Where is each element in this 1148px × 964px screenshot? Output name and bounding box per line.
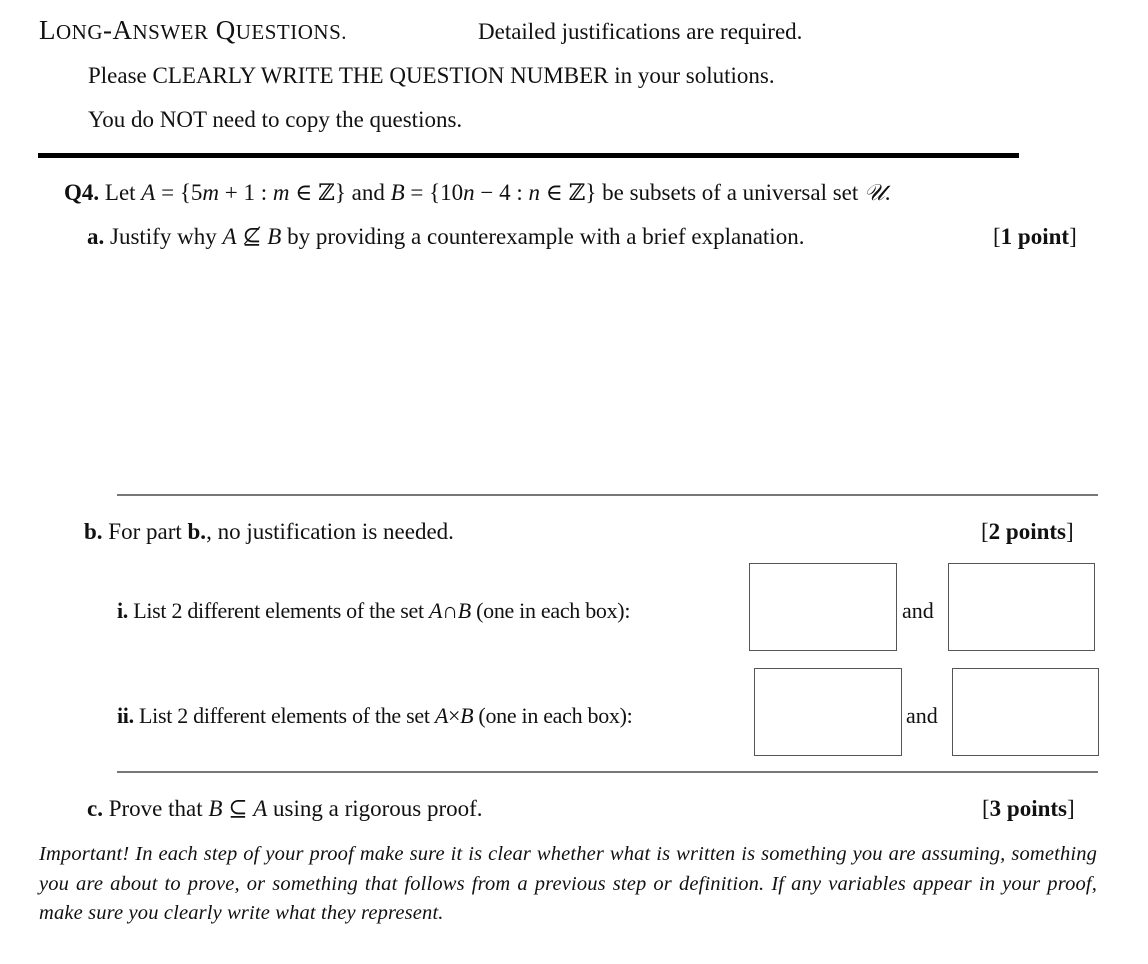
and-label: and [902, 598, 934, 623]
text: + 1 : [219, 180, 273, 205]
text: Justify why [110, 224, 223, 249]
bracket: ] [1067, 796, 1075, 821]
bracket: ] [1069, 224, 1077, 249]
title-part: UESTIONS. [235, 20, 348, 44]
math-var: A [253, 796, 268, 821]
text: − 4 : [474, 180, 529, 205]
instruction-line-1: Please CLEARLY WRITE THE QUESTION NUMBER… [88, 63, 775, 88]
title-part: ONG [56, 20, 103, 44]
bracket: [ [981, 519, 989, 544]
answer-input-ii-2[interactable] [953, 669, 1102, 757]
part-b-ii-prompt: ii. List 2 different elements of the set… [117, 703, 633, 729]
text: b. [187, 519, 207, 544]
text: by providing a counterexample with a bri… [281, 224, 805, 249]
section-title: LONG-ANSWER QUESTIONS. [39, 15, 347, 46]
part-a-points: [1 point] [993, 224, 1077, 250]
part-a-prompt: a. Justify why A ⊈ B by providing a coun… [87, 224, 804, 250]
text: List 2 different elements of the set [139, 703, 435, 728]
text: ∈ ℤ} and [289, 180, 391, 205]
answer-box-i-1[interactable] [749, 563, 900, 652]
math-var: B [267, 224, 282, 249]
text: (one in each box): [473, 703, 633, 728]
points-value: 1 point [1000, 224, 1070, 249]
points-value: 3 points [989, 796, 1068, 821]
text: ∩ [442, 598, 458, 623]
bracket: ] [1066, 519, 1074, 544]
sub-label: i. [117, 598, 129, 623]
text: using a rigorous proof. [267, 796, 483, 821]
math-var: A [434, 703, 448, 728]
answer-input-ii-1[interactable] [755, 669, 905, 757]
part-c-prompt: c. Prove that B ⊆ A using a rigorous pro… [87, 796, 483, 822]
text: Prove that [108, 796, 209, 821]
title-part: NSWER [132, 20, 209, 44]
part-c-points: [3 points] [982, 796, 1075, 822]
math-var: A [429, 598, 443, 623]
math-var: m [202, 180, 219, 205]
answer-input-i-2[interactable] [949, 564, 1098, 652]
math-var: A [141, 180, 156, 205]
part-c-label: c. [87, 796, 103, 821]
answer-box-ii-2[interactable] [952, 668, 1102, 757]
header-divider [38, 153, 1019, 158]
text: For part [108, 519, 188, 544]
text: = {5 [155, 180, 203, 205]
text: ∈ ℤ} be subsets of a universal set [540, 180, 865, 205]
math-var: B [208, 796, 223, 821]
part-b-prompt: b. For part b., no justification is need… [84, 519, 454, 545]
part-a-divider [117, 494, 1098, 496]
bracket: [ [982, 796, 990, 821]
math-var: B [457, 598, 471, 623]
part-a-label: a. [87, 224, 105, 249]
math-var: n [463, 180, 475, 205]
text: (one in each box): [470, 598, 631, 623]
text: , no justification is needed. [206, 519, 454, 544]
math-var: 𝒰 [864, 180, 885, 205]
part-b-i-prompt: i. List 2 different elements of the set … [117, 598, 630, 624]
question-statement: Q4. Let A = {5m + 1 : m ∈ ℤ} and B = {10… [64, 180, 890, 206]
instruction-line-2: You do NOT need to copy the questions. [88, 107, 463, 132]
math-var: m [272, 180, 290, 205]
and-label: and [906, 703, 938, 728]
math-var: B [390, 180, 405, 205]
bracket: [ [993, 224, 1001, 249]
answer-box-ii-1[interactable] [754, 668, 905, 757]
text: Let [104, 180, 142, 205]
text: ⊈ [236, 224, 268, 249]
proof-instructions-note: Important! In each step of your proof ma… [39, 843, 1097, 924]
part-b-divider [117, 771, 1098, 773]
part-b-label: b. [84, 519, 103, 544]
title-part: Q [208, 15, 236, 45]
text: . [884, 180, 891, 205]
text: × [447, 703, 461, 728]
text: = {10 [404, 180, 464, 205]
sub-label: ii. [117, 703, 134, 728]
question-number: Q4. [64, 180, 100, 205]
part-b-points: [2 points] [981, 519, 1074, 545]
section-subtitle: Detailed justifications are required. [478, 19, 803, 44]
title-part: -A [103, 15, 133, 45]
math-var: B [460, 703, 474, 728]
text: List 2 different elements of the set [133, 598, 430, 623]
answer-box-i-2[interactable] [948, 563, 1098, 652]
math-var: n [528, 180, 541, 205]
text: ⊆ [222, 796, 254, 821]
points-value: 2 points [988, 519, 1067, 544]
answer-input-i-1[interactable] [750, 564, 900, 652]
math-var: A [222, 224, 237, 249]
title-part: L [39, 15, 56, 45]
